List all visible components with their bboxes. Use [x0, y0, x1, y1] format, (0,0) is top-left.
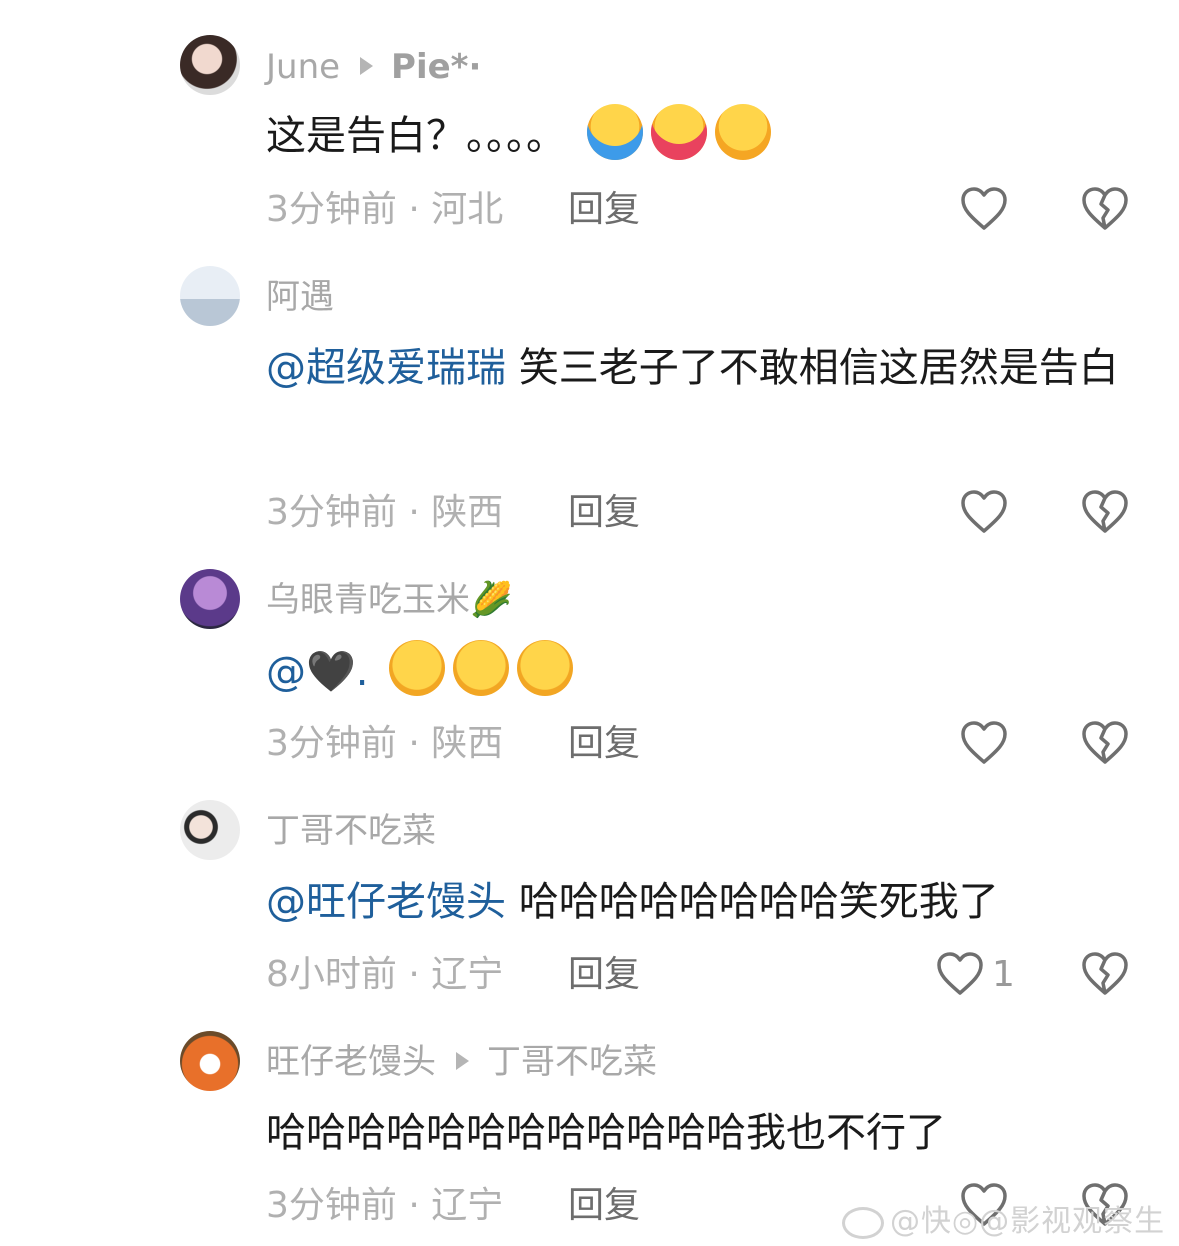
dislike-broken-heart-icon[interactable] [1081, 951, 1129, 997]
avatar[interactable] [180, 1031, 240, 1091]
holding-back-tears-emoji-icon [714, 104, 771, 160]
comment-text: @超级爱瑞瑞 笑三老子了不敢相信这居然是告白 [266, 332, 1136, 404]
timestamp: 3分钟前 [266, 723, 397, 764]
reply-arrow-icon [456, 1051, 469, 1070]
like-heart-icon[interactable] [960, 720, 1008, 766]
reply-button[interactable]: 回复 [568, 491, 640, 535]
timestamp: 3分钟前 [266, 189, 397, 230]
watermark-text: @快◎@影视观察生 [890, 1204, 1166, 1239]
flushed-emoji-icon [389, 640, 446, 696]
weibo-logo-icon [842, 1206, 884, 1239]
mention-link[interactable]: @旺仔老馒头 [266, 879, 506, 925]
dislike-broken-heart-icon[interactable] [1081, 720, 1129, 766]
flushed-emoji-icon [453, 640, 510, 696]
username[interactable]: 旺仔老馒头 [266, 1042, 436, 1082]
dislike-broken-heart-icon[interactable] [1081, 186, 1129, 232]
location: 陕西 [431, 723, 504, 764]
comment-text: @旺仔老馒头 哈哈哈哈哈哈哈哈笑死我了 [266, 866, 1136, 938]
like-heart-icon[interactable] [960, 489, 1008, 535]
comment-text: 这是告白？。。。。 [266, 100, 1136, 172]
dislike-broken-heart-icon[interactable] [1081, 489, 1129, 535]
avatar[interactable] [180, 35, 240, 95]
username[interactable]: June [266, 47, 340, 87]
flushed-emoji-icon [517, 640, 574, 696]
location: 陕西 [431, 492, 504, 533]
reply-to-username[interactable]: Pie*· [391, 47, 481, 87]
location: 河北 [431, 189, 504, 230]
separator: · [396, 492, 432, 533]
username[interactable]: 乌眼青吃玉米🌽 [266, 580, 512, 620]
comment-meta: 3分钟前 · 陕西 [266, 722, 503, 766]
username-row: 丁哥不吃菜 [266, 811, 436, 851]
location: 辽宁 [431, 1185, 504, 1226]
comment-body: 笑三老子了不敢相信这居然是告白 [506, 345, 1119, 391]
timestamp: 3分钟前 [266, 1185, 397, 1226]
username-row: 旺仔老馒头 丁哥不吃菜 [266, 1042, 657, 1082]
comment-body: 哈哈哈哈哈哈哈哈哈哈哈哈我也不行了 [266, 1110, 946, 1156]
comment-meta: 3分钟前 · 陕西 [266, 491, 503, 535]
comment-body: 这是告白？。。。。 [266, 113, 566, 159]
comment-text: @🖤. [266, 636, 1136, 708]
separator: · [396, 1185, 432, 1226]
mention-link[interactable]: @🖤. [266, 649, 369, 695]
separator: · [396, 723, 432, 764]
comment-meta: 3分钟前 · 辽宁 [266, 1184, 503, 1228]
separator: · [396, 189, 432, 230]
reply-button[interactable]: 回复 [568, 1184, 640, 1228]
username-row: 乌眼青吃玉米🌽 [266, 580, 512, 620]
mention-link[interactable]: @超级爱瑞瑞 [266, 345, 506, 391]
avatar[interactable] [180, 266, 240, 326]
username-row: 阿遇 [266, 277, 334, 317]
location: 辽宁 [431, 954, 504, 995]
watermark: @快◎@影视观察生 [842, 1196, 1165, 1240]
hugging-emoji-icon [650, 104, 707, 160]
reply-button[interactable]: 回复 [568, 188, 640, 232]
username[interactable]: 阿遇 [266, 277, 334, 317]
comment-meta: 8小时前 · 辽宁 [266, 953, 503, 997]
reply-button[interactable]: 回复 [568, 722, 640, 766]
reply-to-username[interactable]: 丁哥不吃菜 [487, 1042, 657, 1082]
timestamp: 8小时前 [266, 954, 397, 995]
timestamp: 3分钟前 [266, 492, 397, 533]
avatar[interactable] [180, 800, 240, 860]
like-heart-icon[interactable] [936, 951, 984, 997]
loudly-crying-emoji-icon [586, 104, 643, 160]
comment-body: 哈哈哈哈哈哈哈哈笑死我了 [506, 879, 999, 925]
comment-text: 哈哈哈哈哈哈哈哈哈哈哈哈我也不行了 [266, 1097, 1136, 1169]
like-heart-icon[interactable] [960, 186, 1008, 232]
like-count: 1 [992, 954, 1015, 995]
avatar[interactable] [180, 569, 240, 629]
username-row: June Pie*· [266, 47, 481, 87]
reply-arrow-icon [360, 56, 374, 75]
username[interactable]: 丁哥不吃菜 [266, 811, 436, 851]
comment-meta: 3分钟前 · 河北 [266, 188, 503, 232]
separator: · [396, 954, 432, 995]
reply-button[interactable]: 回复 [568, 953, 640, 997]
